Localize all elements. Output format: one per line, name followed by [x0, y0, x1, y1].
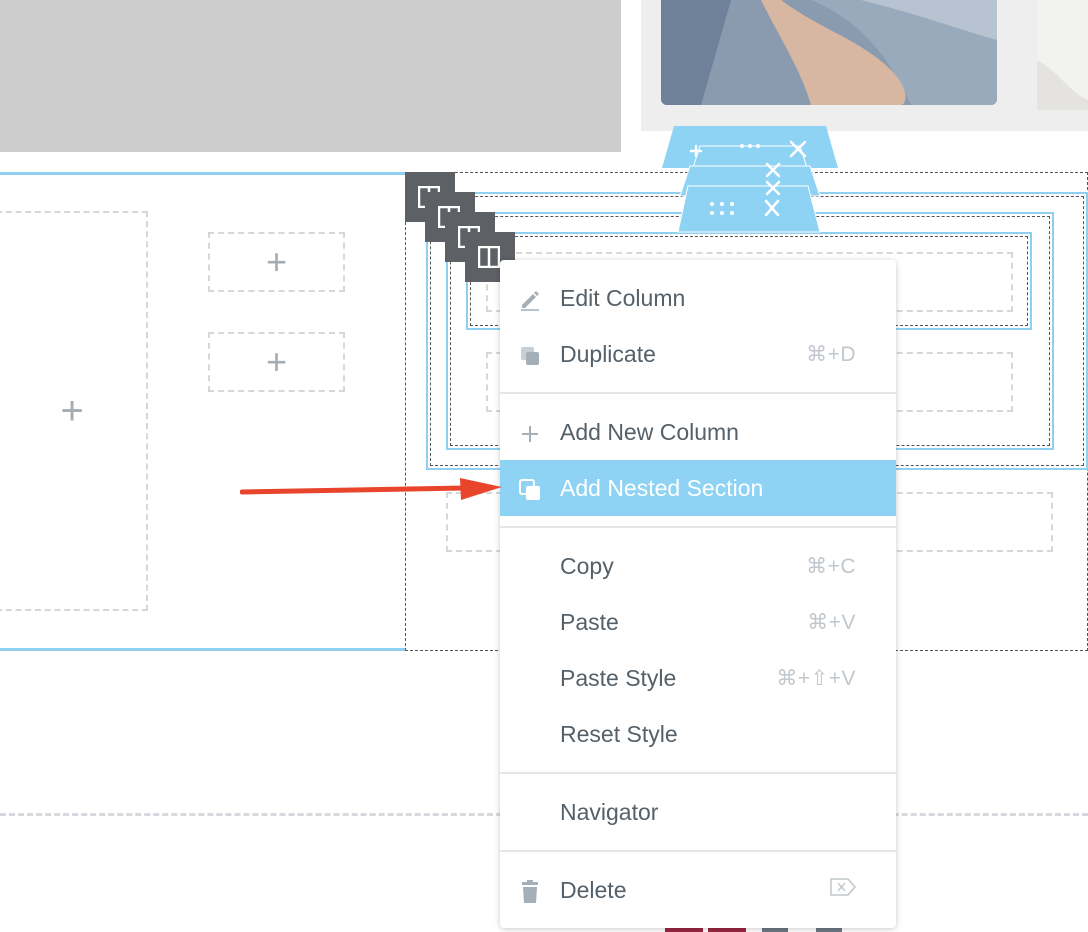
shortcut-label: ⌘+⇧+V	[776, 666, 856, 690]
menu-separator	[500, 772, 896, 774]
plus-icon: +	[60, 389, 84, 433]
menu-item-copy[interactable]: Copy ⌘+C	[500, 538, 896, 594]
red-arrow-icon	[240, 478, 502, 500]
menu-separator	[500, 850, 896, 852]
photo-image-secondary	[1037, 0, 1088, 110]
column-icon	[478, 246, 500, 268]
shortcut-label: ⌘+D	[806, 342, 856, 366]
menu-separator	[500, 526, 896, 528]
menu-item-label: Paste	[560, 608, 619, 635]
pencil-icon	[518, 288, 542, 312]
menu-item-paste[interactable]: Paste ⌘+V	[500, 594, 896, 650]
shortcut-label: ⌘+V	[807, 610, 856, 634]
menu-item-add-new-column[interactable]: Add New Column	[500, 404, 896, 460]
menu-item-paste-style[interactable]: Paste Style ⌘+⇧+V	[500, 650, 896, 706]
menu-item-label: Duplicate	[560, 340, 656, 367]
add-widget-dropzone[interactable]: +	[208, 232, 345, 292]
menu-item-label: Add Nested Section	[560, 474, 764, 501]
menu-item-duplicate[interactable]: Duplicate ⌘+D	[500, 326, 896, 382]
menu-item-label: Reset Style	[560, 720, 678, 747]
plus-icon: +	[265, 241, 288, 282]
delete-key-icon	[830, 878, 856, 902]
menu-item-label: Paste Style	[560, 664, 677, 691]
menu-item-label: Copy	[560, 552, 614, 579]
menu-item-label: Edit Column	[560, 284, 686, 311]
menu-item-reset-style[interactable]: Reset Style	[500, 706, 896, 762]
plus-icon	[518, 422, 542, 446]
menu-separator	[500, 392, 896, 394]
menu-item-edit-column[interactable]: Edit Column	[500, 270, 896, 326]
add-widget-dropzone[interactable]: +	[208, 332, 345, 392]
menu-item-navigator[interactable]: Navigator	[500, 784, 896, 840]
shortcut-label: ⌘+C	[806, 554, 856, 578]
duplicate-icon	[518, 344, 542, 368]
section-border-bottom	[0, 648, 406, 651]
trash-icon	[518, 880, 542, 904]
context-menu: Edit Column Duplicate ⌘+D Add New Column…	[500, 260, 896, 928]
section-handle-tabs[interactable]	[640, 126, 860, 236]
menu-item-delete[interactable]: Delete	[500, 862, 896, 918]
section-border-top	[0, 172, 406, 175]
empty-column-dropzone[interactable]: +	[0, 211, 148, 611]
photo-image	[661, 0, 997, 105]
nested-section-icon	[518, 478, 542, 502]
menu-item-label: Delete	[560, 876, 627, 903]
plus-icon: +	[265, 341, 288, 382]
placeholder-image-block	[0, 0, 621, 152]
menu-item-add-nested-section[interactable]: Add Nested Section	[500, 460, 896, 516]
menu-item-label: Navigator	[560, 798, 659, 825]
menu-item-label: Add New Column	[560, 418, 739, 445]
